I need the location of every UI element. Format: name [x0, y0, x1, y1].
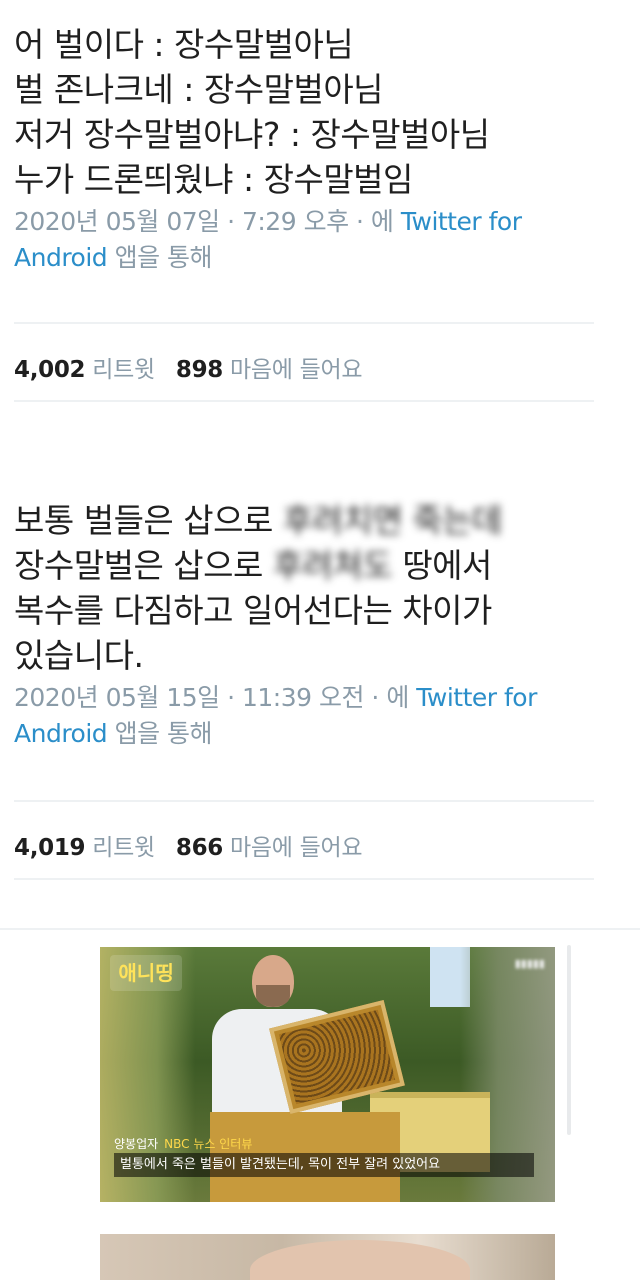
- tweet-1-meta-suffix: 앱을 통해: [107, 243, 213, 272]
- tweet-2-meta: 2020년 05월 15일 · 11:39 오전 · 에 Twitter for…: [14, 680, 594, 752]
- tweet-1-divider: [14, 322, 594, 324]
- video-thumbnail[interactable]: 애니띵 ▮▮▮▮▮ 양봉업자 NBC 뉴스 인터뷰 벌통에서 죽은 벌들이 발견됐…: [100, 947, 555, 1202]
- scrollbar[interactable]: [567, 945, 571, 1135]
- tweet-1-line-3: 저거 장수말벌아냐? : 장수말벌아님: [14, 115, 490, 154]
- tweet-1-stats: 4,002 리트윗 898 마음에 들어요: [14, 350, 363, 384]
- tweet-2-line-2: 장수말벌은 삽으로 후려쳐도 땅에서: [14, 546, 492, 585]
- tweet-2-blurred-word-2: 후려쳐도: [272, 546, 393, 585]
- tweet-1-line-2: 벌 존나크네 : 장수말벌아님: [14, 70, 384, 109]
- tweet-1-retweet-count[interactable]: 4,002: [14, 357, 86, 383]
- tweet-2-text: 보통 벌들은 삽으로 후려치면 죽는데 장수말벌은 삽으로 후려쳐도 땅에서 복…: [14, 498, 594, 678]
- tweet-1-like-count[interactable]: 898: [176, 357, 223, 383]
- channel-logo: 애니띵: [110, 955, 182, 991]
- tweet-1-meta: 2020년 05월 07일 · 7:29 오후 · 에 Twitter for …: [14, 204, 594, 276]
- tweet-2: 보통 벌들은 삽으로 후려치면 죽는데 장수말벌은 삽으로 후려쳐도 땅에서 복…: [14, 498, 594, 752]
- tweet-1-line-1: 어 벌이다 : 장수말벌아님: [14, 25, 354, 64]
- tweet-1-like-label: 마음에 들어요: [230, 357, 363, 383]
- tweet-2-date: 2020년 05월 15일 · 11:39 오전 · 에: [14, 683, 417, 712]
- tweet-2-bottom-divider: [14, 878, 594, 880]
- tweet-1-date: 2020년 05월 07일 · 7:29 오후 · 에: [14, 207, 401, 236]
- tweet-2-retweet-count[interactable]: 4,019: [14, 835, 86, 861]
- tweet-2-retweet-label: 리트윗: [92, 835, 155, 861]
- video-source: NBC 뉴스 인터뷰: [164, 1137, 253, 1151]
- video-caption: 벌통에서 죽은 벌들이 발견됐는데, 목이 전부 잘려 있었어요: [114, 1153, 534, 1177]
- second-image[interactable]: [100, 1234, 555, 1280]
- video-speaker: 양봉업자: [114, 1137, 159, 1151]
- tweet-1-retweet-label: 리트윗: [92, 357, 155, 383]
- beekeeper-beard: [256, 985, 290, 1007]
- tweet-2-divider: [14, 800, 594, 802]
- tweet-1: 어 벌이다 : 장수말벌아님 벌 존나크네 : 장수말벌아님 저거 장수말벌아냐…: [14, 22, 594, 276]
- tweet-2-line-3: 복수를 다짐하고 일어선다는 차이가: [14, 591, 492, 630]
- tweet-2-stats: 4,019 리트윗 866 마음에 들어요: [14, 828, 363, 862]
- corner-watermark: ▮▮▮▮▮: [514, 957, 545, 970]
- tweet-1-bottom-divider: [14, 400, 594, 402]
- tweet-1-line-4: 누가 드론띄웠냐 : 장수말벌임: [14, 160, 413, 199]
- tweet-2-like-count[interactable]: 866: [176, 835, 223, 861]
- tweet-2-like-label: 마음에 들어요: [230, 835, 363, 861]
- tweet-2-blurred-word-1: 후려치면 죽는데: [282, 501, 503, 540]
- tweet-2-meta-suffix: 앱을 통해: [107, 719, 213, 748]
- tweet-2-line-4: 있습니다.: [14, 636, 144, 675]
- tweet-1-text: 어 벌이다 : 장수말벌아님 벌 존나크네 : 장수말벌아님 저거 장수말벌아냐…: [14, 22, 594, 202]
- video-speaker-label: 양봉업자 NBC 뉴스 인터뷰: [114, 1135, 252, 1152]
- hand-photo: [250, 1240, 470, 1280]
- tweet-2-line-1: 보통 벌들은 삽으로 후려치면 죽는데: [14, 501, 503, 540]
- section-separator: [0, 928, 640, 930]
